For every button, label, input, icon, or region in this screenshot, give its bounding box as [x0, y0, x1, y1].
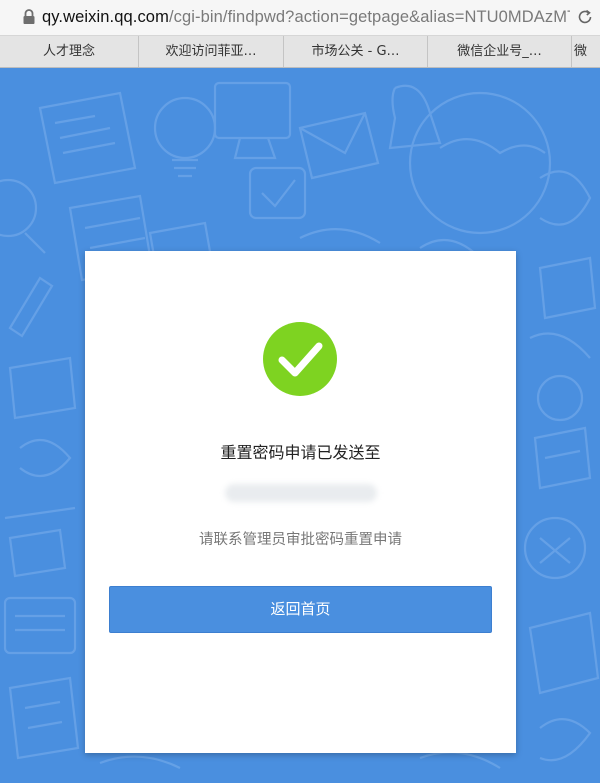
bookmark-item[interactable]: 微信企业号_… [428, 36, 572, 67]
bookmarks-bar: 人才理念 欢迎访问菲亚… 市场公关 - G… 微信企业号_… 微 [0, 36, 600, 68]
back-home-button[interactable]: 返回首页 [109, 586, 492, 633]
bookmark-item[interactable]: 微 [572, 36, 600, 67]
address-bar[interactable]: qy.weixin.qq.com/cgi-bin/findpwd?action=… [0, 0, 600, 36]
check-circle-icon [263, 322, 337, 396]
url-text[interactable]: qy.weixin.qq.com/cgi-bin/findpwd?action=… [42, 8, 570, 27]
email-redacted [225, 484, 377, 502]
bookmark-item[interactable]: 市场公关 - G… [284, 36, 428, 67]
bookmark-item[interactable]: 人才理念 [0, 36, 139, 67]
result-card: 重置密码申请已发送至 请联系管理员审批密码重置申请 返回首页 [85, 251, 516, 753]
lock-icon [23, 9, 35, 24]
reload-icon[interactable] [576, 8, 594, 26]
url-path: /cgi-bin/findpwd?action=getpage&alias=NT… [168, 8, 570, 26]
result-title: 重置密码申请已发送至 [220, 443, 381, 462]
url-host: qy.weixin.qq.com [42, 8, 169, 26]
result-hint: 请联系管理员审批密码重置申请 [199, 532, 402, 548]
bookmark-item[interactable]: 欢迎访问菲亚… [139, 36, 284, 67]
